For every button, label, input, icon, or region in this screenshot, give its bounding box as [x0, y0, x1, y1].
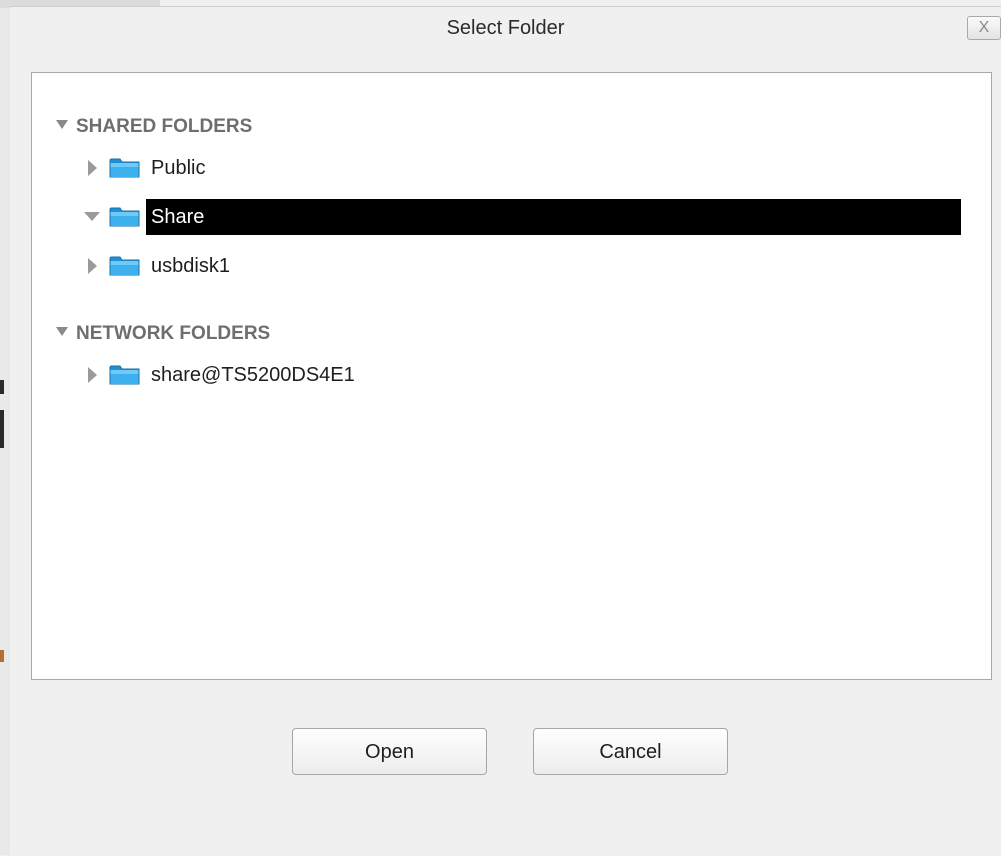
- collapse-arrow-icon[interactable]: [84, 212, 100, 221]
- folder-icon: [109, 158, 140, 178]
- background-mark: [0, 650, 4, 662]
- folder-tree: SHARED FOLDERS Public Share usbdisk1 NET…: [31, 72, 992, 680]
- tree-item-label-selected: Share: [146, 199, 961, 235]
- collapse-arrow-icon[interactable]: [56, 120, 68, 130]
- close-button[interactable]: X: [967, 16, 1001, 40]
- background-mark: [0, 380, 4, 394]
- background-mark: [0, 410, 4, 448]
- expand-arrow-icon[interactable]: [88, 160, 97, 176]
- section-header-network-folders[interactable]: NETWORK FOLDERS: [56, 322, 270, 346]
- tree-item-label: Public: [151, 157, 206, 179]
- collapse-arrow-icon[interactable]: [56, 327, 68, 337]
- tree-item-label: share@TS5200DS4E1: [151, 364, 355, 386]
- tree-item-label: usbdisk1: [151, 255, 230, 277]
- section-header-label: NETWORK FOLDERS: [76, 323, 271, 344]
- cancel-button[interactable]: Cancel: [533, 728, 728, 775]
- folder-icon: [109, 365, 140, 385]
- section-header-label: SHARED FOLDERS: [76, 116, 253, 137]
- folder-icon: [109, 207, 140, 227]
- section-header-shared-folders[interactable]: SHARED FOLDERS: [56, 115, 252, 139]
- dialog-title: Select Folder: [446, 17, 565, 39]
- open-button[interactable]: Open: [292, 728, 487, 775]
- expand-arrow-icon[interactable]: [88, 258, 97, 274]
- folder-icon: [109, 256, 140, 276]
- select-folder-dialog: Select Folder X SHARED FOLDERS Public Sh…: [10, 6, 1001, 856]
- close-icon: X: [978, 19, 990, 36]
- expand-arrow-icon[interactable]: [88, 367, 97, 383]
